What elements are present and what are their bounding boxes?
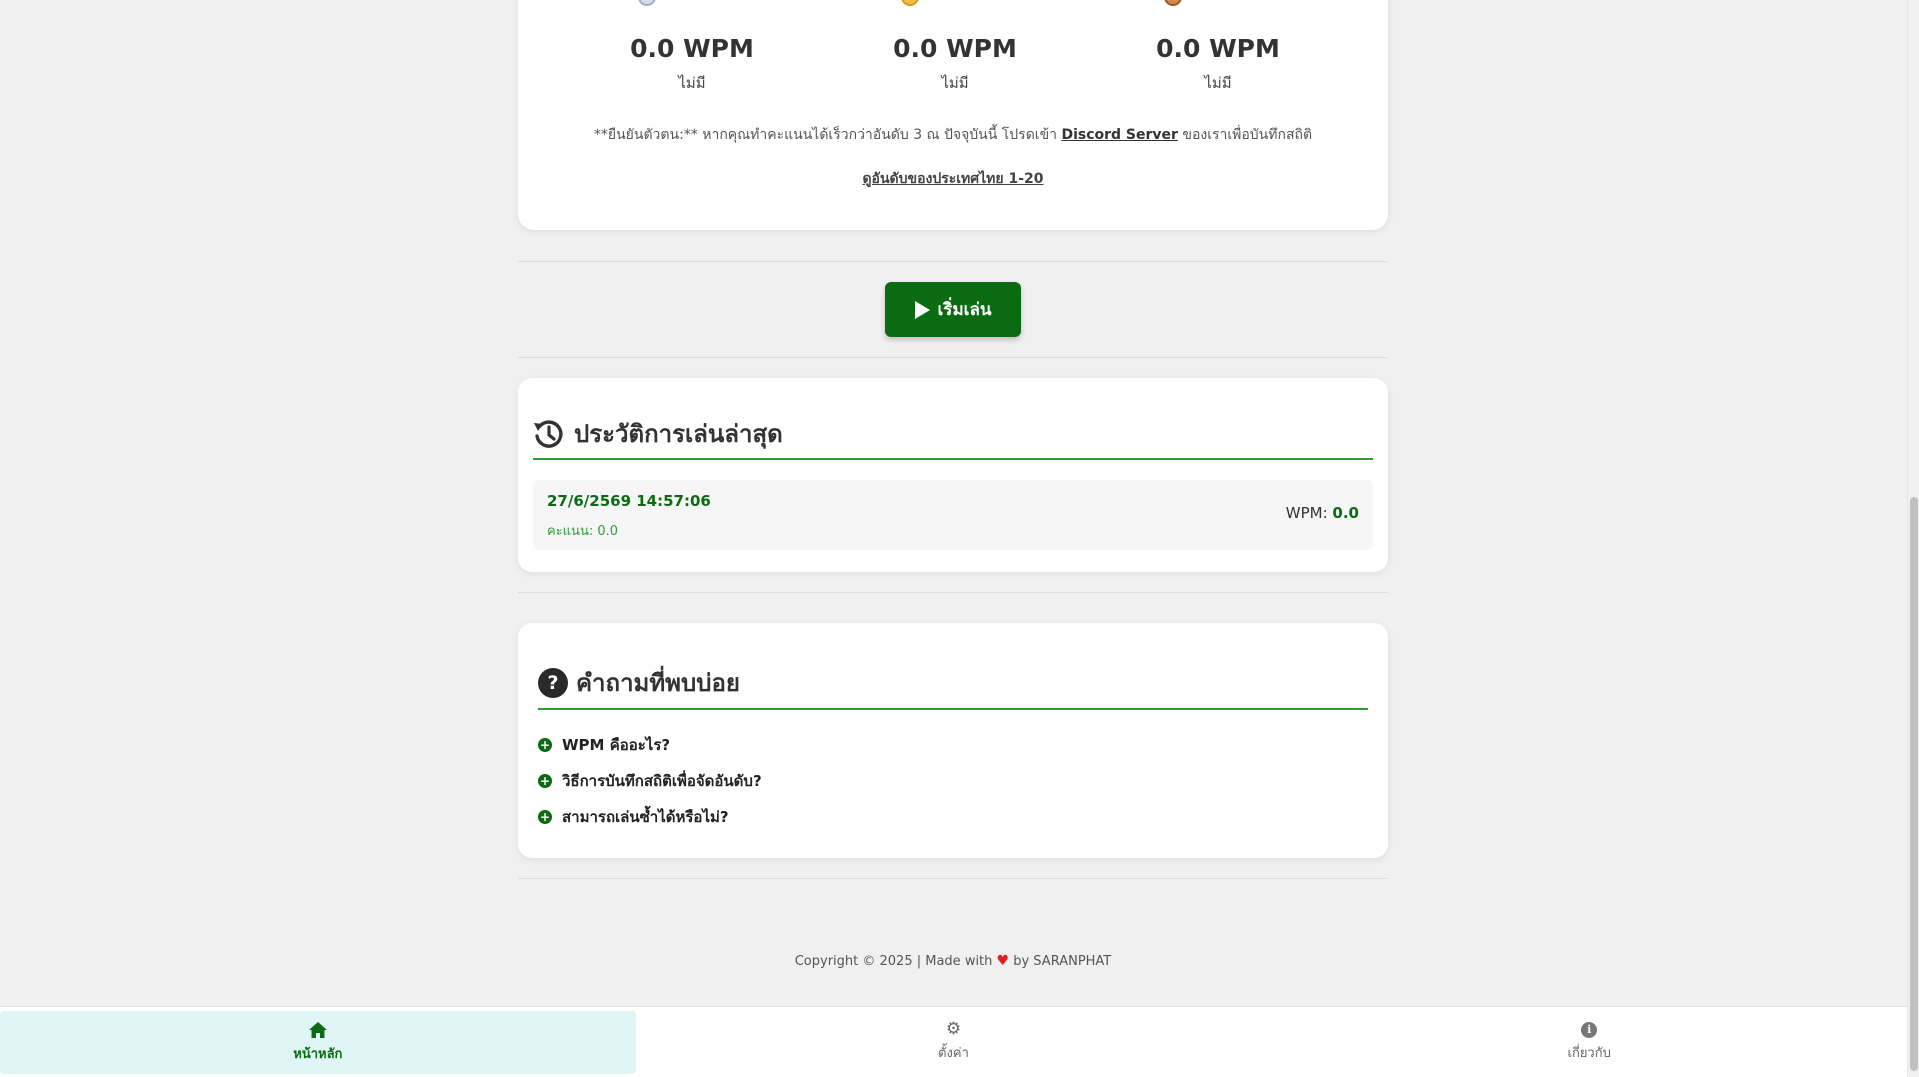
copyright: Copyright © 2025 | Made with ♥ by SARANP… (518, 953, 1388, 969)
home-icon (308, 1022, 327, 1038)
faq-item-replay[interactable]: + สามารถเล่นซ้ำได้หรือไม่? (538, 805, 729, 829)
wpm-value: 0.0 WPM (630, 34, 754, 63)
info-icon: i (1581, 1021, 1598, 1038)
rank-label: อันดับที่ 1 (927, 0, 1008, 8)
divider (518, 261, 1388, 262)
thailand-ranking-link[interactable]: ดูอันดับของประเทศไทย 1-20 (518, 168, 1388, 190)
wpm-value: 0.0 WPM (1156, 34, 1280, 63)
heart-icon: ♥ (996, 953, 1010, 969)
rank-row: 1 อันดับที่ 1 (855, 0, 1055, 8)
scrollbar-thumb[interactable] (1910, 497, 1918, 1071)
nav-label: ตั้งค่า (938, 1046, 969, 1061)
player-name: ไม่มี (678, 74, 706, 92)
faq-title-underline (538, 708, 1368, 710)
player-name: ไม่มี (941, 74, 969, 92)
divider (518, 592, 1388, 593)
history-date: 27/6/2569 14:57:06 (547, 492, 711, 510)
history-entry: 27/6/2569 14:57:06 คะแนน: 0.0 WPM: 0.0 (533, 480, 1373, 550)
gear-icon: ⚙ (945, 1019, 962, 1039)
faq-title: คำถามที่พบบ่อย (576, 669, 740, 697)
notice-text-after: ของเราเพื่อบันทึกสถิติ (1177, 127, 1313, 143)
scrollbar[interactable] (1907, 0, 1919, 1077)
bottom-nav: หน้าหลัก ⚙ ตั้งค่า i เกี่ยวกับ (0, 1006, 1907, 1077)
history-icon (534, 419, 563, 448)
gold-medal-icon: 1 (901, 0, 920, 6)
podium-rank-3: 3 อันดับที่ 3 0.0 WPM ไม่มี (1118, 0, 1318, 95)
start-button-label: เริ่มเล่น (937, 300, 992, 320)
plus-circle-icon: + (538, 738, 552, 752)
plus-circle-icon: + (538, 774, 552, 788)
faq-item-what-is-wpm[interactable]: + WPM คืออะไร? (538, 733, 670, 757)
copyright-before: Copyright © 2025 | Made with (794, 954, 997, 969)
silver-medal-icon: 2 (638, 0, 657, 6)
history-wpm-label: WPM: (1285, 504, 1333, 522)
history-card: ประวัติการเล่นล่าสุด 27/6/2569 14:57:06 … (518, 378, 1388, 572)
verification-notice: **ยืนยันตัวตน:** หากคุณทำคะแนนได้เร็วกว่… (518, 124, 1388, 146)
play-icon (914, 300, 930, 319)
leaderboard-card: 2 อันดับที่ 2 0.0 WPM ไม่มี 1 อันดับที่ … (518, 0, 1388, 230)
history-score: คะแนน: 0.0 (547, 524, 619, 539)
faq-question: สามารถเล่นซ้ำได้หรือไม่? (562, 808, 729, 826)
faq-question: WPM คืออะไร? (562, 736, 671, 754)
notice-text-before: **ยืนยันตัวตน:** หากคุณทำคะแนนได้เร็วกว่… (593, 127, 1062, 143)
podium: 2 อันดับที่ 2 0.0 WPM ไม่มี 1 อันดับที่ … (518, 0, 1388, 95)
discord-server-link[interactable]: Discord Server (1061, 127, 1177, 143)
start-button[interactable]: เริ่มเล่น (885, 282, 1021, 337)
podium-rank-2: 2 อันดับที่ 2 0.0 WPM ไม่มี (592, 0, 792, 95)
wpm-value: 0.0 WPM (893, 34, 1017, 63)
rank-row: 3 อันดับที่ 3 (1118, 0, 1318, 8)
divider (518, 357, 1388, 358)
podium-rank-1: 1 อันดับที่ 1 0.0 WPM ไม่มี (855, 0, 1055, 95)
nav-item-home[interactable]: หน้าหลัก (0, 1011, 636, 1074)
faq-card: ? คำถามที่พบบ่อย + WPM คืออะไร? + วิธีกา… (518, 623, 1388, 858)
faq-question: วิธีการบันทึกสถิติเพื่อจัดอันดับ? (562, 772, 762, 790)
divider (518, 878, 1388, 879)
page: 2 อันดับที่ 2 0.0 WPM ไม่มี 1 อันดับที่ … (0, 0, 1919, 1077)
rank-label: อันดับที่ 3 (1190, 0, 1271, 8)
question-icon: ? (538, 667, 568, 698)
rank-row: 2 อันดับที่ 2 (592, 0, 792, 8)
nav-label: หน้าหลัก (293, 1047, 343, 1062)
player-name: ไม่มี (1204, 74, 1232, 92)
plus-circle-icon: + (538, 810, 552, 824)
history-wpm: WPM: 0.0 (1286, 504, 1359, 522)
history-header: ประวัติการเล่นล่าสุด (532, 414, 783, 453)
nav-label: เกี่ยวกับ (1567, 1045, 1611, 1061)
history-title: ประวัติการเล่นล่าสุด (574, 420, 783, 448)
history-title-underline (533, 458, 1373, 460)
faq-item-record-stats[interactable]: + วิธีการบันทึกสถิติเพื่อจัดอันดับ? (538, 769, 762, 793)
history-wpm-value: 0.0 (1332, 504, 1359, 522)
faq-header: ? คำถามที่พบบ่อย (538, 663, 740, 702)
nav-item-settings[interactable]: ⚙ ตั้งค่า (636, 1007, 1272, 1077)
nav-item-about[interactable]: i เกี่ยวกับ (1271, 1007, 1907, 1077)
bronze-medal-icon: 3 (1164, 0, 1183, 6)
copyright-after: by SARANPHAT (1009, 954, 1112, 969)
rank-label: อันดับที่ 2 (664, 0, 745, 8)
